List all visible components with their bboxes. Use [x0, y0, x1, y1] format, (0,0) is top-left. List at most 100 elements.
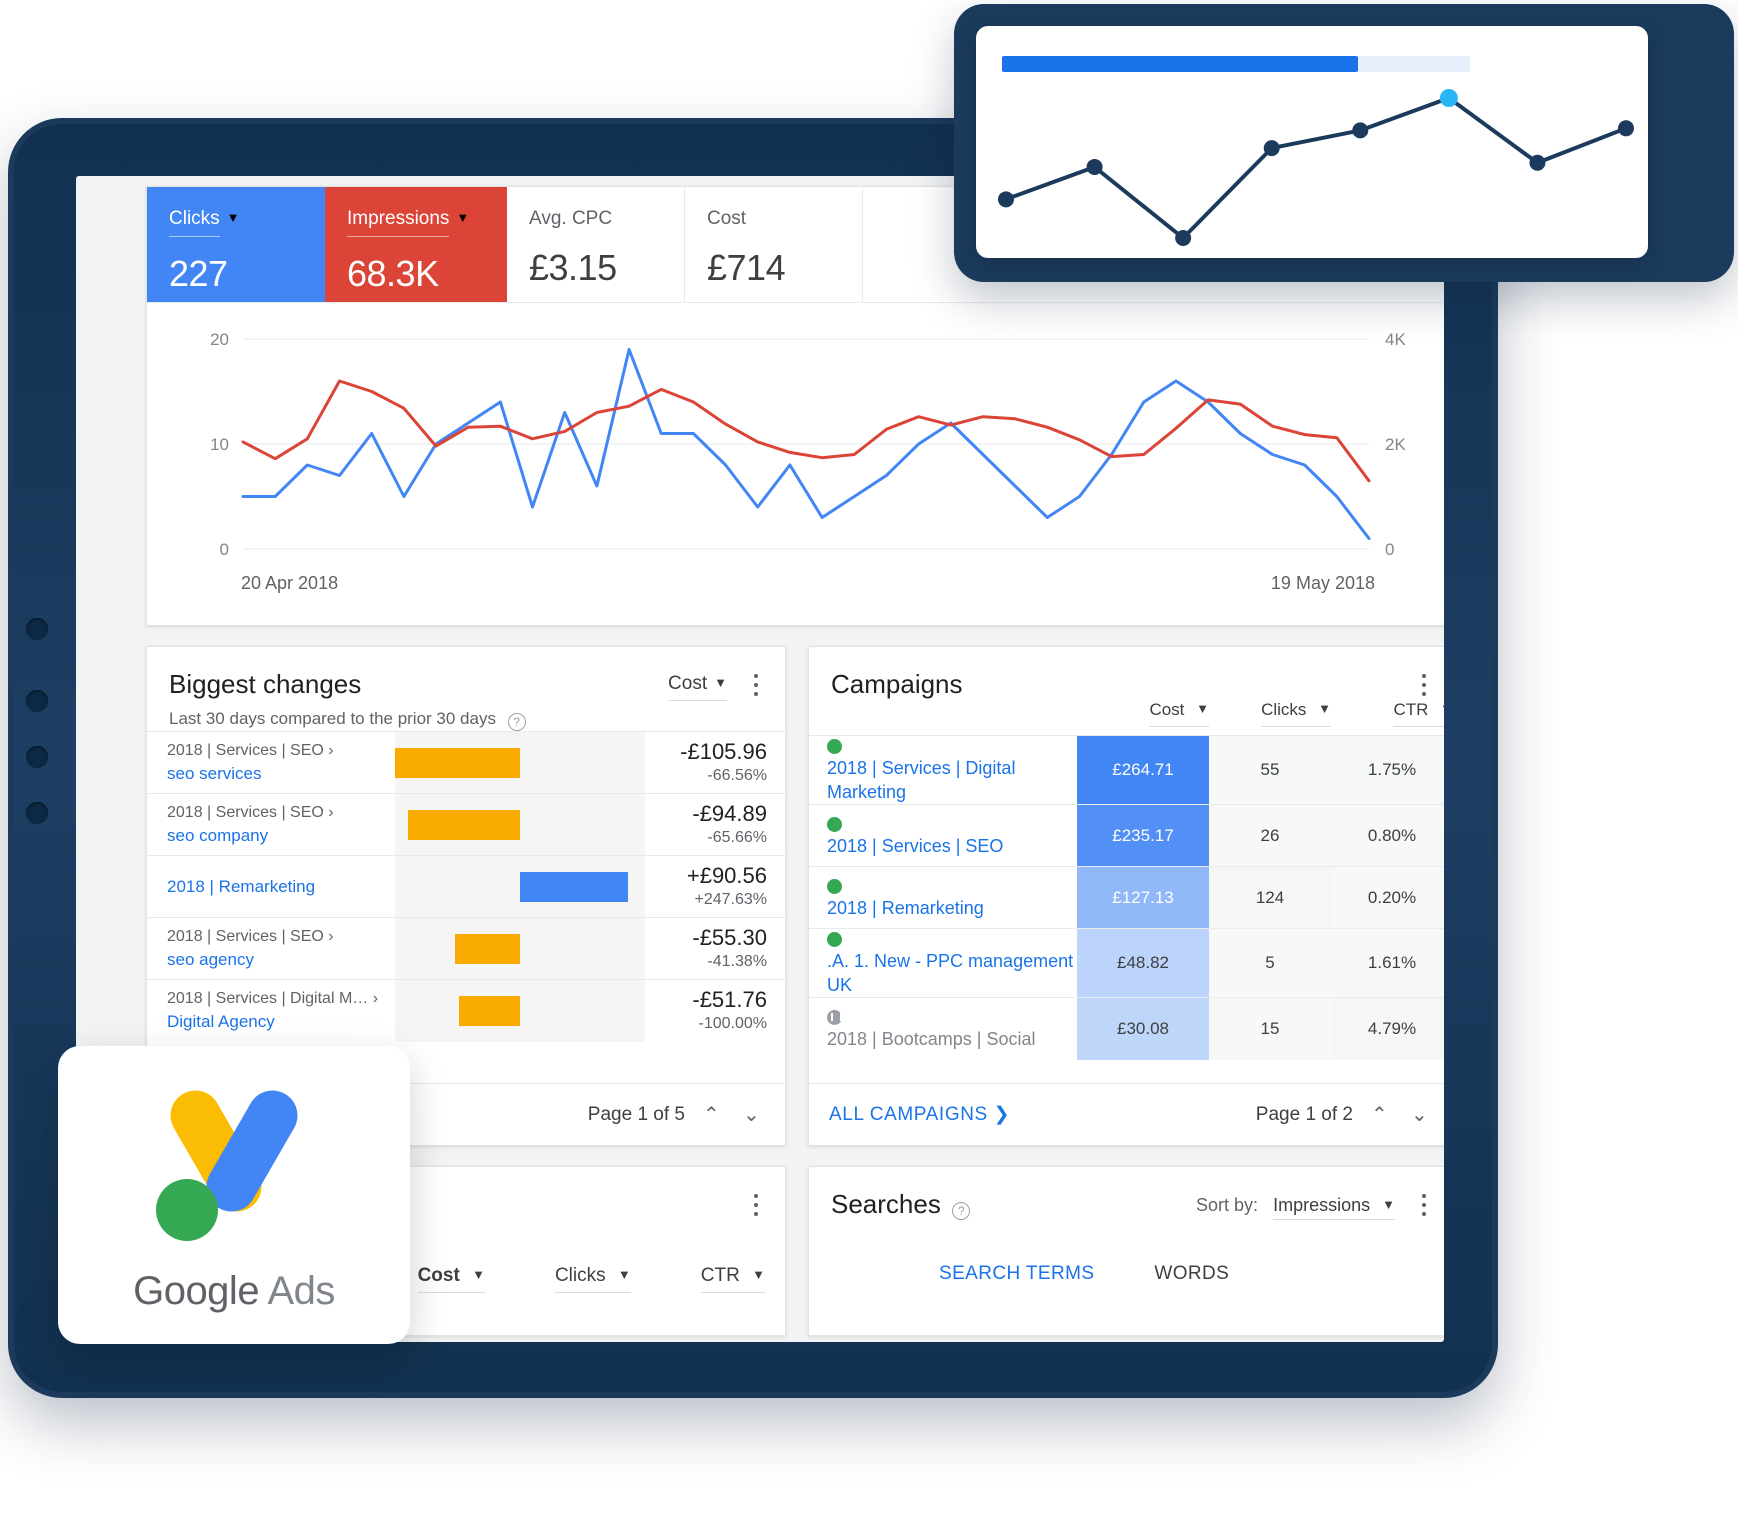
change-value: -£55.30 — [692, 924, 767, 950]
tab-search-terms[interactable]: SEARCH TERMS — [939, 1263, 1094, 1285]
campaigns-more-options-icon[interactable] — [1413, 671, 1435, 699]
biggest-changes-negative-bar-cell — [395, 855, 520, 918]
scorecard-clicks[interactable]: Clicks ▼ 227 — [147, 187, 325, 302]
scorecard-cost[interactable]: Cost £714 — [685, 187, 863, 302]
positive-change-bar — [520, 871, 628, 902]
change-percent: +247.63% — [694, 890, 767, 908]
chevron-down-icon[interactable]: ▼ — [472, 1267, 485, 1282]
pause-status-icon — [827, 1009, 842, 1025]
scorecard-impressions-value: 68.3K — [347, 253, 439, 294]
chevron-down-icon[interactable]: ▼ — [618, 1267, 631, 1282]
biggest-changes-table: 2018 | Services | SEO › seo services -£105… — [147, 731, 787, 1042]
biggest-changes-metric-dropdown[interactable]: Cost ▼ — [668, 673, 727, 701]
table-row[interactable]: 2018 | Services | SEO › seo company -£94.8… — [147, 793, 787, 856]
table-row[interactable]: 2018 | Services | Digital Marketing £264.… — [809, 735, 1444, 805]
bottom-left-col-cost[interactable]: Cost ▼ — [417, 1265, 485, 1293]
biggest-changes-positive-bar-cell — [520, 855, 645, 918]
biggest-changes-negative-bar-cell — [395, 917, 520, 980]
enabled-status-icon — [827, 878, 842, 894]
change-percent: -66.56% — [707, 766, 767, 784]
negative-change-bar — [407, 809, 520, 840]
campaign-link[interactable]: 2018 | Services | SEO — [827, 834, 1077, 858]
campaigns-col-ctr[interactable]: CTR ▼ — [1331, 700, 1444, 736]
searches-sort-value[interactable]: Impressions ▼ — [1273, 1195, 1395, 1220]
campaign-name-cell: .A. 1. New - PPC management UK — [809, 928, 1077, 998]
campaigns-col-ctr-label: CTR ▼ — [1393, 700, 1444, 727]
tab-words[interactable]: WORDS — [1154, 1263, 1229, 1285]
bottom-left-col-ctr[interactable]: CTR ▼ — [700, 1265, 765, 1293]
campaign-ctr-cell: 1.61% — [1331, 928, 1444, 998]
chevron-down-icon[interactable]: ▼ — [714, 675, 727, 690]
table-row[interactable]: 2018 | Services | SEO › seo services -£105… — [147, 731, 787, 794]
performance-chart: 0 10 20 0 2K 4K 20 Apr 2018 19 May 2018 — [147, 303, 1444, 625]
biggest-changes-header: Biggest changes Last 30 days compared to… — [147, 647, 785, 731]
chevron-down-icon[interactable]: ▼ — [1196, 701, 1209, 716]
floating-chart-card — [976, 26, 1648, 258]
change-percent: -100.00% — [698, 1014, 768, 1032]
bottom-left-more-options-icon[interactable] — [745, 1191, 767, 1219]
campaign-name-cell: 2018 | Services | SEO — [809, 804, 1077, 867]
change-value: -£94.89 — [692, 800, 767, 826]
progress-bar-fill — [1002, 56, 1358, 72]
tablet-button-1 — [26, 618, 48, 640]
chevron-down-icon[interactable]: ▼ — [227, 210, 240, 225]
chevron-down-icon[interactable]: ▼ — [1318, 701, 1331, 716]
page-up-icon[interactable]: ⌃ — [1371, 1104, 1393, 1126]
campaign-name-cell: 2018 | Services | Digital Marketing — [809, 735, 1077, 805]
table-row[interactable]: 2018 | Remarketing +£90.56 +247.63% — [147, 855, 787, 918]
tablet-side-buttons — [26, 618, 50, 858]
chevron-down-icon[interactable]: ▼ — [1382, 1197, 1395, 1212]
biggest-changes-row-link[interactable]: Digital Agency — [167, 1010, 395, 1033]
biggest-changes-row-name: 2018 | Services | SEO › seo agency — [147, 917, 395, 980]
campaigns-col-clicks[interactable]: Clicks ▼ — [1209, 700, 1331, 736]
google-ads-logo-icon — [156, 1089, 298, 1241]
scorecard-impressions-label[interactable]: Impressions — [347, 207, 450, 237]
change-value: +£90.56 — [686, 862, 767, 888]
table-row[interactable]: 2018 | Bootcamps | Social £30.08 15 4.79% — [809, 997, 1444, 1060]
scorecard-clicks-label[interactable]: Clicks — [169, 207, 220, 237]
campaign-link[interactable]: 2018 | Remarketing — [827, 896, 1077, 920]
bottom-left-col-clicks[interactable]: Clicks ▼ — [554, 1265, 631, 1293]
help-circle-icon[interactable]: ? — [952, 1202, 971, 1220]
performance-chart-svg: 0 10 20 0 2K 4K 20 Apr 2018 19 May 2018 — [210, 330, 1406, 593]
biggest-changes-row-link[interactable]: seo company — [167, 824, 395, 847]
chevron-down-icon[interactable]: ▼ — [456, 210, 469, 225]
campaign-link[interactable]: 2018 | Bootcamps | Social — [827, 1027, 1077, 1051]
campaigns-col-cost-label: Cost ▼ — [1149, 700, 1209, 727]
campaign-link[interactable]: .A. 1. New - PPC management UK — [827, 949, 1077, 997]
biggest-changes-row-link[interactable]: seo agency — [167, 948, 395, 971]
enabled-status-icon — [827, 739, 842, 755]
scorecard-impressions[interactable]: Impressions ▼ 68.3K — [325, 187, 507, 302]
tablet-button-3 — [26, 746, 48, 768]
campaign-clicks-cell: 26 — [1209, 804, 1331, 867]
campaigns-col-cost[interactable]: Cost ▼ — [1077, 700, 1209, 736]
page-down-icon[interactable]: ⌄ — [1411, 1104, 1433, 1126]
scorecard-avg-cpc-label: Avg. CPC — [529, 208, 613, 229]
biggest-changes-row-name: 2018 | Services | SEO › seo services — [147, 731, 395, 794]
tablet-button-4 — [26, 802, 48, 824]
table-row[interactable]: 2018 | Services | SEO £235.17 26 0.80% — [809, 804, 1444, 867]
chevron-down-icon[interactable]: ▼ — [752, 1267, 765, 1282]
table-row[interactable]: 2018 | Services | Digital M… › Digital Ag… — [147, 979, 787, 1042]
bottom-left-col-cost-label: Cost — [417, 1265, 460, 1286]
biggest-changes-row-link[interactable]: 2018 | Remarketing — [167, 875, 395, 898]
table-row[interactable]: 2018 | Remarketing £127.13 124 0.20% — [809, 866, 1444, 929]
biggest-changes-row-value: -£105.96 -66.56% — [645, 731, 787, 794]
searches-more-options-icon[interactable] — [1413, 1191, 1435, 1219]
chevron-down-icon[interactable]: ▼ — [1440, 701, 1444, 716]
biggest-changes-row-value: -£94.89 -65.66% — [645, 793, 787, 856]
help-circle-icon[interactable]: ? — [507, 713, 526, 731]
svg-text:10: 10 — [210, 435, 229, 454]
page-up-icon[interactable]: ⌃ — [703, 1104, 725, 1126]
biggest-changes-subtitle: Last 30 days compared to the prior 30 da… — [169, 709, 763, 731]
table-row[interactable]: 2018 | Services | SEO › seo agency -£55.30… — [147, 917, 787, 980]
enabled-status-icon — [827, 816, 842, 832]
searches-sort-control[interactable]: Sort by: Impressions ▼ — [1196, 1195, 1395, 1220]
scorecard-avg-cpc[interactable]: Avg. CPC £3.15 — [507, 187, 685, 302]
biggest-changes-row-link[interactable]: seo services — [167, 762, 395, 785]
page-down-icon[interactable]: ⌄ — [743, 1104, 765, 1126]
biggest-changes-more-options-icon[interactable] — [745, 671, 767, 699]
all-campaigns-link[interactable]: ALL CAMPAIGNS ❯ — [829, 1103, 1010, 1126]
table-row[interactable]: .A. 1. New - PPC management UK £48.82 5 1.6… — [809, 928, 1444, 998]
campaign-link[interactable]: 2018 | Services | Digital Marketing — [827, 756, 1077, 804]
